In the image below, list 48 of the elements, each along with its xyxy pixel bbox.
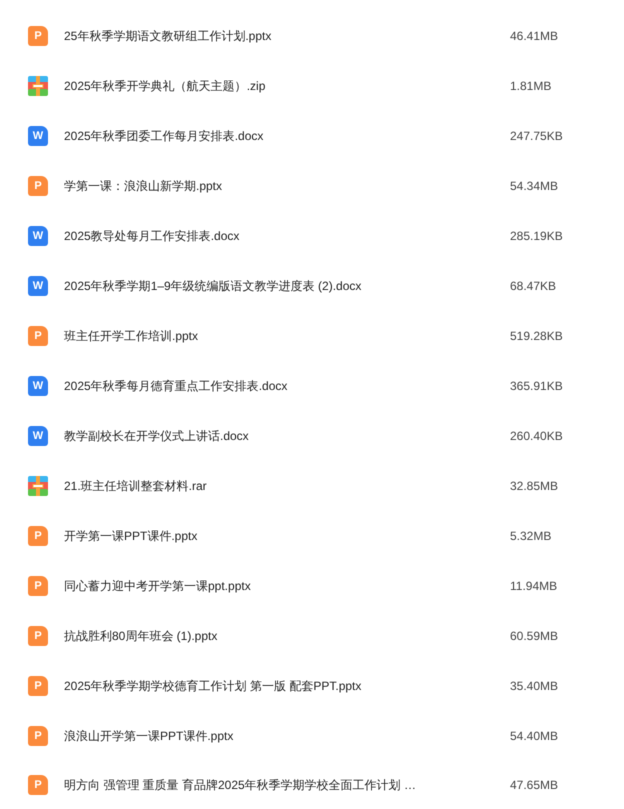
file-name[interactable]: 浪浪山开学第一课PPT课件.pptx [64, 728, 234, 744]
file-name[interactable]: 2025教导处每月工作安排表.docx [64, 228, 240, 244]
file-size: 285.19KB [510, 229, 563, 243]
document-file-icon: W [28, 276, 48, 296]
presentation-file-icon: P [28, 626, 48, 646]
file-size: 68.47KB [510, 279, 556, 293]
presentation-file-icon: P [28, 26, 48, 46]
file-name[interactable]: 明方向 强管理 重质量 育品牌2025年秋季学期学校全面工作计划 … [64, 776, 416, 794]
file-name[interactable]: 2025年秋季学期1–9年级统编版语文教学进度表 (2).docx [64, 278, 362, 294]
file-name[interactable]: 2025年秋季团委工作每月安排表.docx [64, 128, 264, 144]
file-name[interactable]: 2025年秋季每月德育重点工作安排表.docx [64, 378, 288, 394]
file-size: 1.81MB [510, 79, 552, 93]
document-file-icon: W [28, 126, 48, 146]
file-size: 11.94MB [510, 579, 558, 593]
file-size: 247.75KB [510, 129, 563, 143]
file-size: 47.65MB [510, 778, 558, 792]
file-size: 60.59MB [510, 629, 558, 643]
file-name[interactable]: 教学副校长在开学仪式上讲话.docx [64, 428, 249, 444]
file-name[interactable]: 学第一课：浪浪山新学期.pptx [64, 178, 222, 194]
file-size: 32.85MB [510, 479, 558, 493]
file-name[interactable]: 2025年秋季学期学校德育工作计划 第一版 配套PPT.pptx [64, 678, 362, 694]
archive-file-icon [28, 76, 48, 96]
presentation-file-icon: P [28, 576, 48, 596]
file-size: 519.28KB [510, 329, 563, 343]
file-name[interactable]: 2025年秋季开学典礼（航天主题）.zip [64, 78, 266, 94]
file-size: 54.34MB [510, 179, 558, 193]
file-name[interactable]: 班主任开学工作培训.pptx [64, 328, 198, 344]
presentation-file-icon: P [28, 326, 48, 346]
file-name[interactable]: 25年秋季学期语文教研组工作计划.pptx [64, 28, 272, 44]
file-size: 46.41MB [510, 29, 558, 43]
presentation-file-icon: P [28, 726, 48, 746]
file-name[interactable]: 开学第一课PPT课件.pptx [64, 528, 198, 544]
file-size: 35.40MB [510, 679, 558, 693]
file-size: 54.40MB [510, 729, 558, 743]
presentation-file-icon: P [28, 526, 48, 546]
file-size: 365.91KB [510, 379, 563, 393]
file-name[interactable]: 抗战胜利80周年班会 (1).pptx [64, 628, 218, 644]
document-file-icon: W [28, 426, 48, 446]
presentation-file-icon: P [28, 676, 48, 696]
file-size: 260.40KB [510, 429, 563, 443]
document-file-icon: W [28, 376, 48, 396]
document-file-icon: W [28, 226, 48, 246]
file-name[interactable]: 同心蓄力迎中考开学第一课ppt.pptx [64, 578, 251, 594]
file-name[interactable]: 21.班主任培训整套材料.rar [64, 478, 207, 494]
presentation-file-icon: P [28, 775, 48, 795]
file-size: 5.32MB [510, 529, 552, 543]
archive-file-icon [28, 476, 48, 496]
presentation-file-icon: P [28, 176, 48, 196]
